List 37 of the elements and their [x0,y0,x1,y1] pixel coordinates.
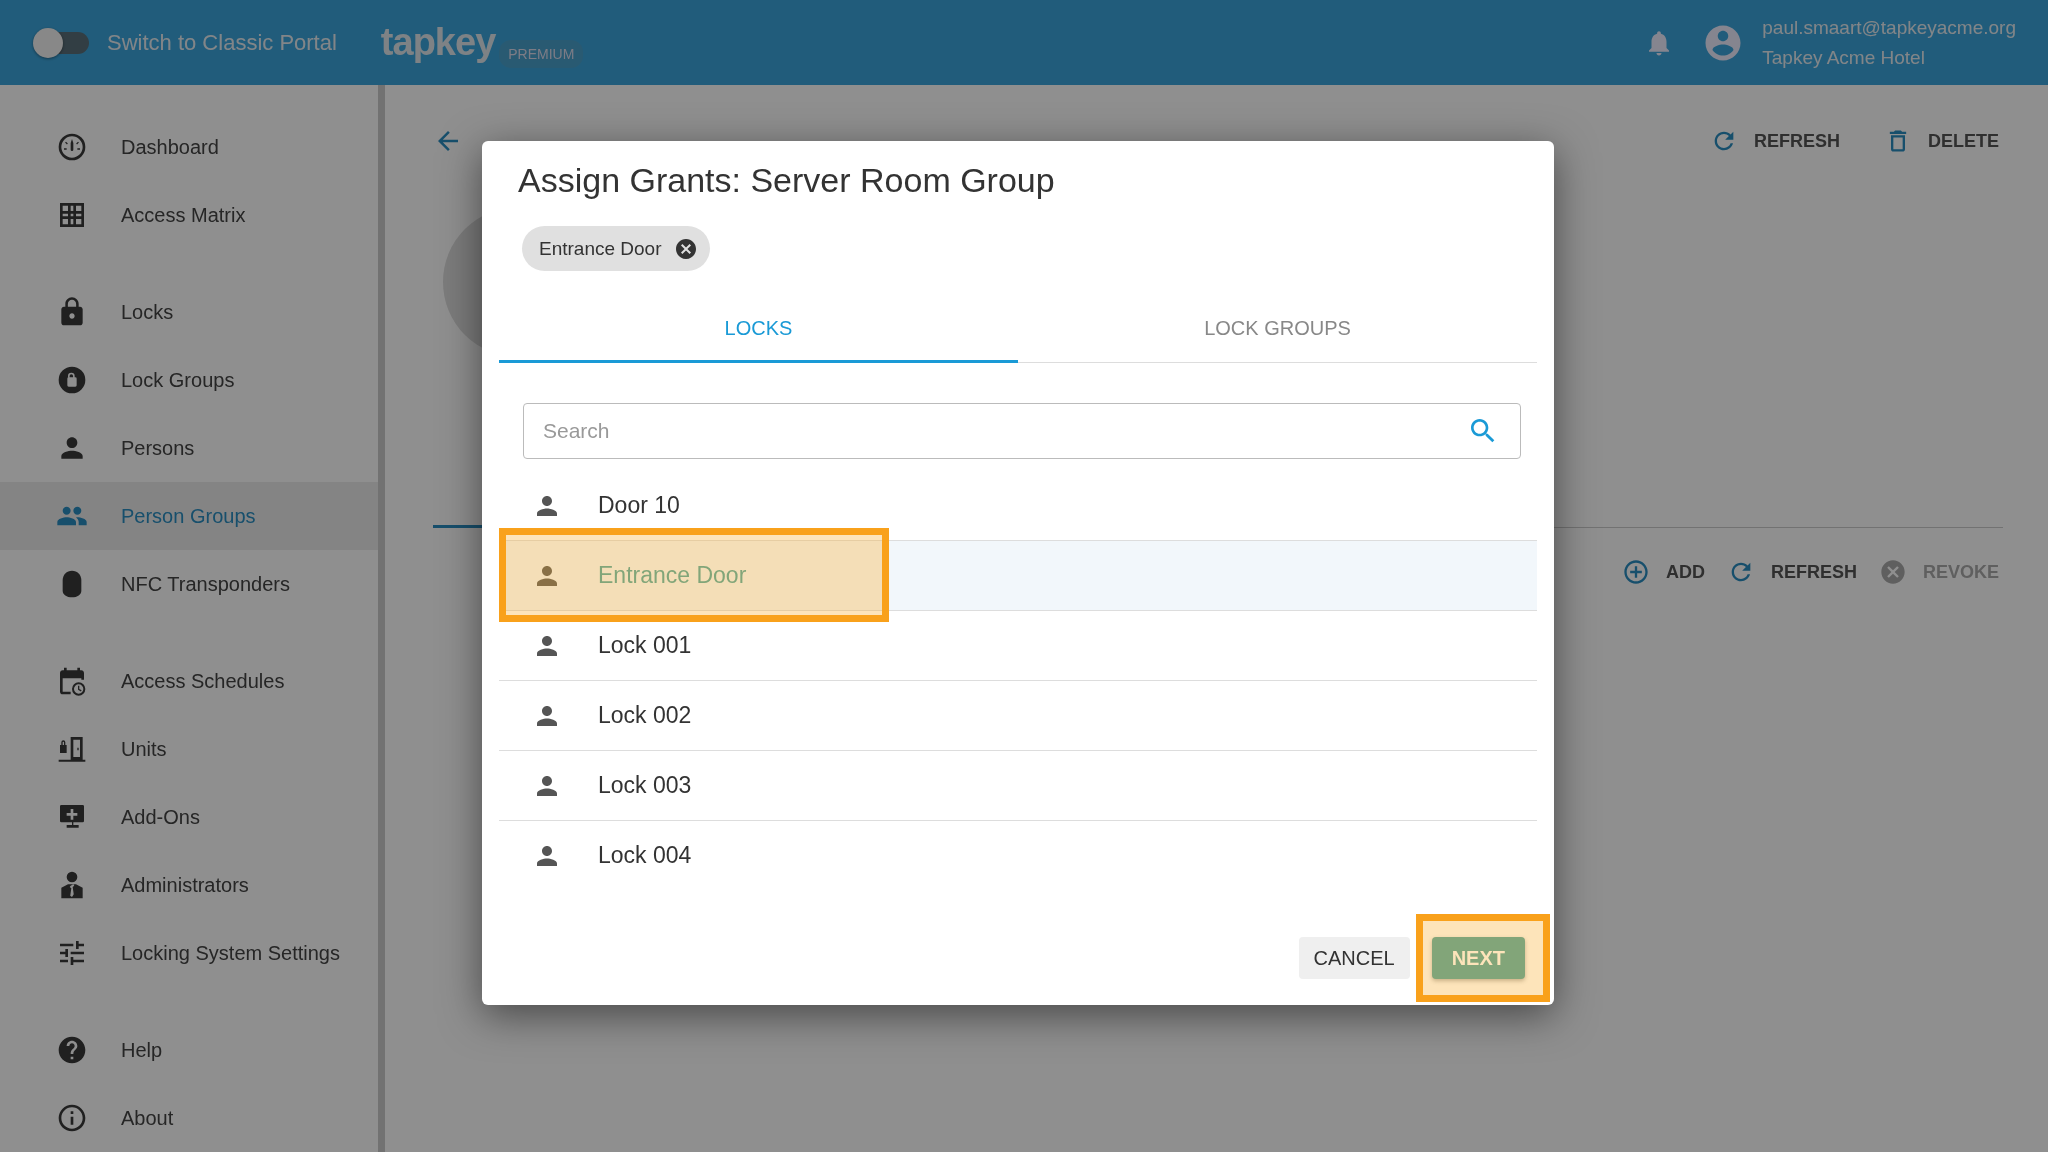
toggle-label: Switch to Classic Portal [107,29,337,56]
toolbar-button[interactable]: DELETE [1880,121,2003,161]
search-field[interactable]: Search [523,403,1521,459]
sidebar-item[interactable]: Locking System Settings [0,919,378,987]
help-icon [56,1034,88,1066]
dialog-title: Assign Grants: Server Room Group [517,160,1056,200]
list-item[interactable]: Lock 001 [499,611,1537,681]
tab[interactable]: LOCK GROUPS [1018,295,1537,363]
chip: Entrance Door [522,226,710,271]
info-icon [56,1102,88,1134]
sidebar-item[interactable]: Access Matrix [0,181,378,249]
list-item[interactable]: Lock 002 [499,681,1537,751]
organization-name: Tapkey Acme Hotel [1762,45,1926,70]
toolbar-button[interactable]: ADD [1617,552,1709,592]
sidebar-item[interactable]: Access Schedules [0,647,378,715]
list-item[interactable]: Lock 003 [499,751,1537,821]
logo: tapkey [380,21,496,64]
sidebar-item[interactable]: Locks [0,278,378,346]
user-email: paul.smaart@tapkeyacme.org [1762,15,2016,40]
sidebar-item[interactable]: Units [0,715,378,783]
sidebar-item[interactable]: Administrators [0,851,378,919]
sidebar-item[interactable]: Add-Ons [0,783,378,851]
tab[interactable]: LOCKS [499,295,1018,363]
sidebar-item[interactable]: Persons [0,414,378,482]
sidebar-item[interactable]: NFC Transponders [0,550,378,618]
premium-badge: PREMIUM [499,40,584,68]
gauge-icon [56,131,88,163]
toolbar-button[interactable]: REFRESH [1722,552,1861,592]
close-icon[interactable] [673,236,698,261]
sidebar-item[interactable]: Dashboard [0,113,378,181]
toolbar-button[interactable]: REFRESH [1705,121,1844,161]
sidebar-item[interactable]: Lock Groups [0,346,378,414]
list-item[interactable]: Lock 004 [499,821,1537,889]
sidebar-item[interactable]: About [0,1084,378,1152]
sidebar-item[interactable]: Help [0,1016,378,1084]
cancel-button[interactable]: CANCEL [1298,937,1410,979]
sidebar-item[interactable]: Person Groups [0,482,378,550]
